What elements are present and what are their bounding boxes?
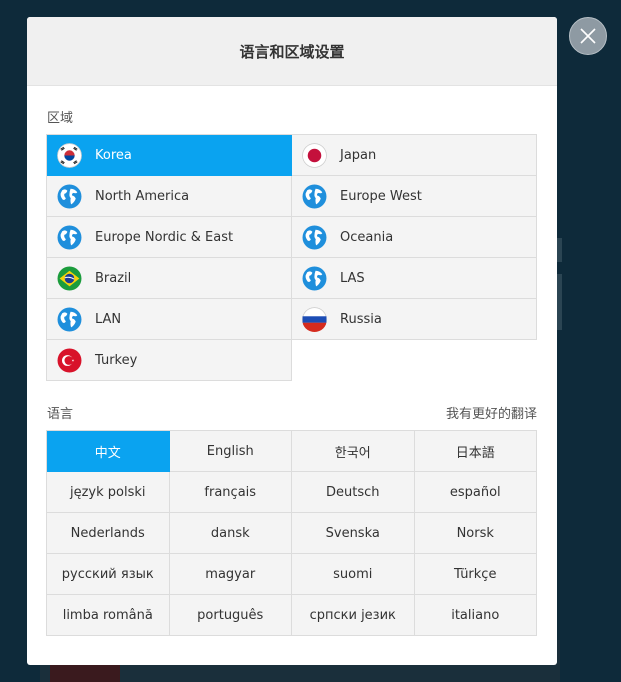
region-list: Korea Japan North America Europe West Europe… bbox=[46, 134, 537, 381]
region-option-label: Brazil bbox=[95, 270, 132, 286]
language-option[interactable]: Norsk bbox=[414, 513, 537, 554]
language-option[interactable]: Svenska bbox=[292, 513, 415, 554]
region-section-label: 区域 bbox=[47, 111, 74, 126]
language-region-dialog: 语言和区域设置 区域 Korea Japan North America Europe… bbox=[27, 17, 557, 665]
region-option[interactable]: Europe Nordic & East bbox=[47, 217, 292, 258]
japan-flag-icon bbox=[302, 142, 327, 168]
korea-flag-icon bbox=[57, 142, 82, 168]
language-option[interactable]: English bbox=[169, 431, 292, 472]
language-option[interactable]: српски језик bbox=[292, 595, 415, 636]
region-option[interactable]: Korea bbox=[47, 135, 292, 176]
language-option[interactable]: 한국어 bbox=[292, 431, 415, 472]
language-option[interactable]: dansk bbox=[169, 513, 292, 554]
language-option[interactable]: Deutsch bbox=[292, 472, 415, 513]
language-option[interactable]: 日本語 bbox=[414, 431, 537, 472]
language-option[interactable]: русский язык bbox=[47, 554, 170, 595]
language-list: 中文 English 한국어 日本語 język polski français Deuts… bbox=[46, 430, 537, 636]
globe-icon bbox=[57, 184, 82, 208]
region-option-label: Europe West bbox=[340, 188, 422, 204]
language-option[interactable]: português bbox=[169, 595, 292, 636]
globe-icon bbox=[57, 307, 82, 331]
language-option[interactable]: suomi bbox=[292, 554, 415, 595]
close-button[interactable] bbox=[569, 17, 607, 55]
close-icon bbox=[580, 28, 596, 44]
region-option[interactable]: Russia bbox=[292, 299, 537, 340]
language-option[interactable]: Türkçe bbox=[414, 554, 537, 595]
region-option-label: Oceania bbox=[340, 229, 394, 245]
region-option-label: LAN bbox=[95, 311, 122, 327]
globe-icon bbox=[302, 266, 327, 290]
region-option[interactable]: Brazil bbox=[47, 258, 292, 299]
language-option[interactable]: 中文 bbox=[47, 431, 170, 472]
language-option[interactable]: français bbox=[169, 472, 292, 513]
dialog-title: 语言和区域设置 bbox=[239, 42, 345, 61]
region-option[interactable]: Europe West bbox=[292, 176, 537, 217]
region-option-label: Russia bbox=[340, 311, 382, 327]
region-option[interactable]: Oceania bbox=[292, 217, 537, 258]
language-option[interactable]: limba română bbox=[47, 595, 170, 636]
region-option[interactable]: Turkey bbox=[47, 340, 292, 381]
language-section-label: 语言 bbox=[47, 407, 74, 422]
language-option[interactable]: magyar bbox=[169, 554, 292, 595]
region-option-label: Korea bbox=[95, 147, 132, 163]
region-option-label: North America bbox=[95, 188, 190, 204]
region-option[interactable]: Japan bbox=[292, 135, 537, 176]
better-translation-link[interactable]: 我有更好的翻译 bbox=[446, 403, 537, 422]
region-option-label: Turkey bbox=[95, 352, 138, 368]
language-option[interactable]: Nederlands bbox=[47, 513, 170, 554]
dialog-header: 语言和区域设置 bbox=[27, 17, 557, 86]
region-option-label: Japan bbox=[340, 147, 377, 163]
region-option[interactable]: LAS bbox=[292, 258, 537, 299]
region-option[interactable]: North America bbox=[47, 176, 292, 217]
russia-flag-icon bbox=[302, 306, 327, 332]
language-option[interactable]: język polski bbox=[47, 472, 170, 513]
language-option[interactable]: italiano bbox=[414, 595, 537, 636]
language-option[interactable]: español bbox=[414, 472, 537, 513]
turkey-flag-icon bbox=[57, 348, 82, 372]
globe-icon bbox=[302, 225, 327, 249]
globe-icon bbox=[57, 225, 82, 249]
region-option[interactable]: LAN bbox=[47, 299, 292, 340]
region-option-label: Europe Nordic & East bbox=[95, 229, 234, 245]
brazil-flag-icon bbox=[57, 266, 82, 290]
region-option-label: LAS bbox=[340, 270, 365, 286]
globe-icon bbox=[302, 184, 327, 208]
